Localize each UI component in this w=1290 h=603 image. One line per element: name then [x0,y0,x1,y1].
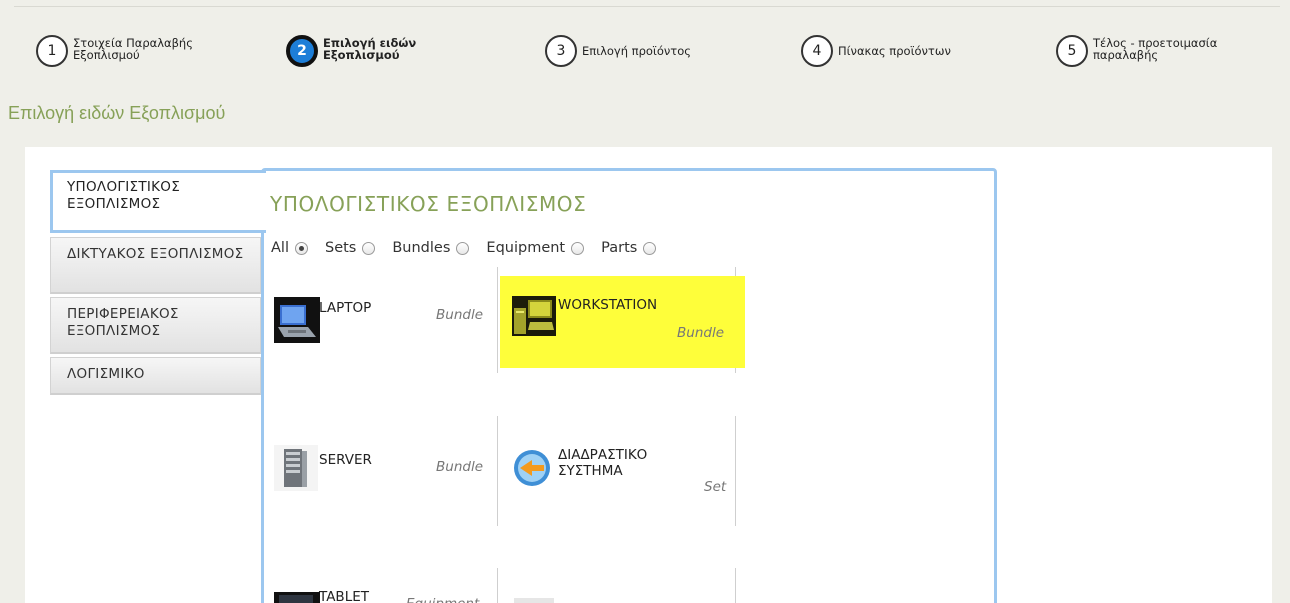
item-placeholder-icon [514,598,554,603]
radio-equipment[interactable] [571,241,585,255]
radio-bundles[interactable] [456,241,470,255]
interactive-system-icon [514,450,550,486]
item-workstation[interactable]: WORKSTATION Bundle [500,276,745,368]
column-divider [497,267,498,373]
step-label: Επιλογή ειδών Εξοπλισμού [323,36,417,62]
top-rule [14,6,1280,7]
category-tab-computing[interactable]: ΥΠΟΛΟΓΙΣΤΙΚΟΣ ΕΞΟΠΛΙΣΜΟΣ [50,170,266,233]
item-interactive-system[interactable]: ΔΙΑΔΡΑΣΤΙΚΟ ΣΥΣΤΗΜΑ Set [510,444,732,499]
category-tab-software[interactable]: ΛΟΓΙΣΜΙΚΟ [50,357,261,395]
step-number: 3 [545,35,577,67]
filter-sets[interactable]: Sets [324,240,376,256]
workstation-icon [512,296,556,336]
tablet-icon [274,592,320,603]
server-icon [274,445,318,491]
item-name: LAPTOP [319,300,372,316]
item-type: Bundle [436,459,483,475]
step-number: 4 [801,35,833,67]
radio-sets[interactable] [362,241,376,255]
filter-bundles[interactable]: Bundles [392,240,470,256]
item-name: ΔΙΑΔΡΑΣΤΙΚΟ ΣΥΣΤΗΜΑ [558,447,648,479]
filter-parts[interactable]: Parts [601,240,657,256]
step-label: Τέλος - προετοιμασία παραλαβής [1093,36,1218,62]
panel-heading: ΥΠΟΛΟΓΙΣΤΙΚΟΣ ΕΞΟΠΛΙΣΜΟΣ [270,192,587,216]
column-divider [735,568,736,603]
item-name: TABLET [319,589,369,603]
laptop-icon [274,297,320,343]
item-type: Set [704,479,727,495]
item-laptop[interactable]: LAPTOP Bundle [272,295,494,345]
wizard-step-2[interactable]: 2 Επιλογή ειδών Εξοπλισμού [286,35,443,67]
filter-all[interactable]: All [271,240,308,256]
step-number: 1 [36,35,68,67]
type-filter-group: All Sets Bundles Equipment Parts [271,240,673,256]
item-name: WORKSTATION [558,297,658,313]
filter-equipment[interactable]: Equipment [486,240,585,256]
item-name: SERVER [319,452,372,468]
filter-label: All [271,240,289,256]
item-server[interactable]: SERVER Bundle [272,445,494,495]
radio-all[interactable] [294,241,308,255]
wizard-step-4[interactable]: 4 Πίνακας προϊόντων [801,35,998,67]
step-label: Επιλογή προϊόντος [582,44,691,58]
step-number: 5 [1056,35,1088,67]
category-tab-network[interactable]: ΔΙΚΤΥΑΚΟΣ ΕΞΟΠΛΙΣΜΟΣ [50,237,261,294]
step-number: 2 [286,35,318,67]
item-type: Bundle [677,325,724,341]
filter-label: Equipment [486,240,566,256]
radio-parts[interactable] [643,241,657,255]
wizard-step-3[interactable]: 3 Επιλογή προϊόντος [545,35,742,67]
item-type: Equipment [406,596,479,603]
column-divider [497,568,498,603]
filter-label: Parts [601,240,638,256]
page-title: Επιλογή ειδών Εξοπλισμού [8,103,226,123]
category-tab-peripheral[interactable]: ΠΕΡΙΦΕΡΕΙΑΚΟΣ ΕΞΟΠΛΙΣΜΟΣ [50,297,261,354]
wizard-step-5[interactable]: 5 Τέλος - προετοιμασία παραλαβής [1056,35,1243,67]
step-label: Στοιχεία Παραλαβής Εξοπλισμού [73,36,193,62]
item-tablet[interactable]: TABLET Equipment [272,588,494,603]
item-type: Bundle [436,307,483,323]
column-divider [735,416,736,526]
wizard-step-1[interactable]: 1 Στοιχεία Παραλαβής Εξοπλισμού [36,35,223,67]
filter-label: Bundles [392,240,451,256]
filter-label: Sets [324,240,357,256]
category-panel [261,168,997,603]
column-divider [497,416,498,526]
step-label: Πίνακας προϊόντων [838,44,951,58]
